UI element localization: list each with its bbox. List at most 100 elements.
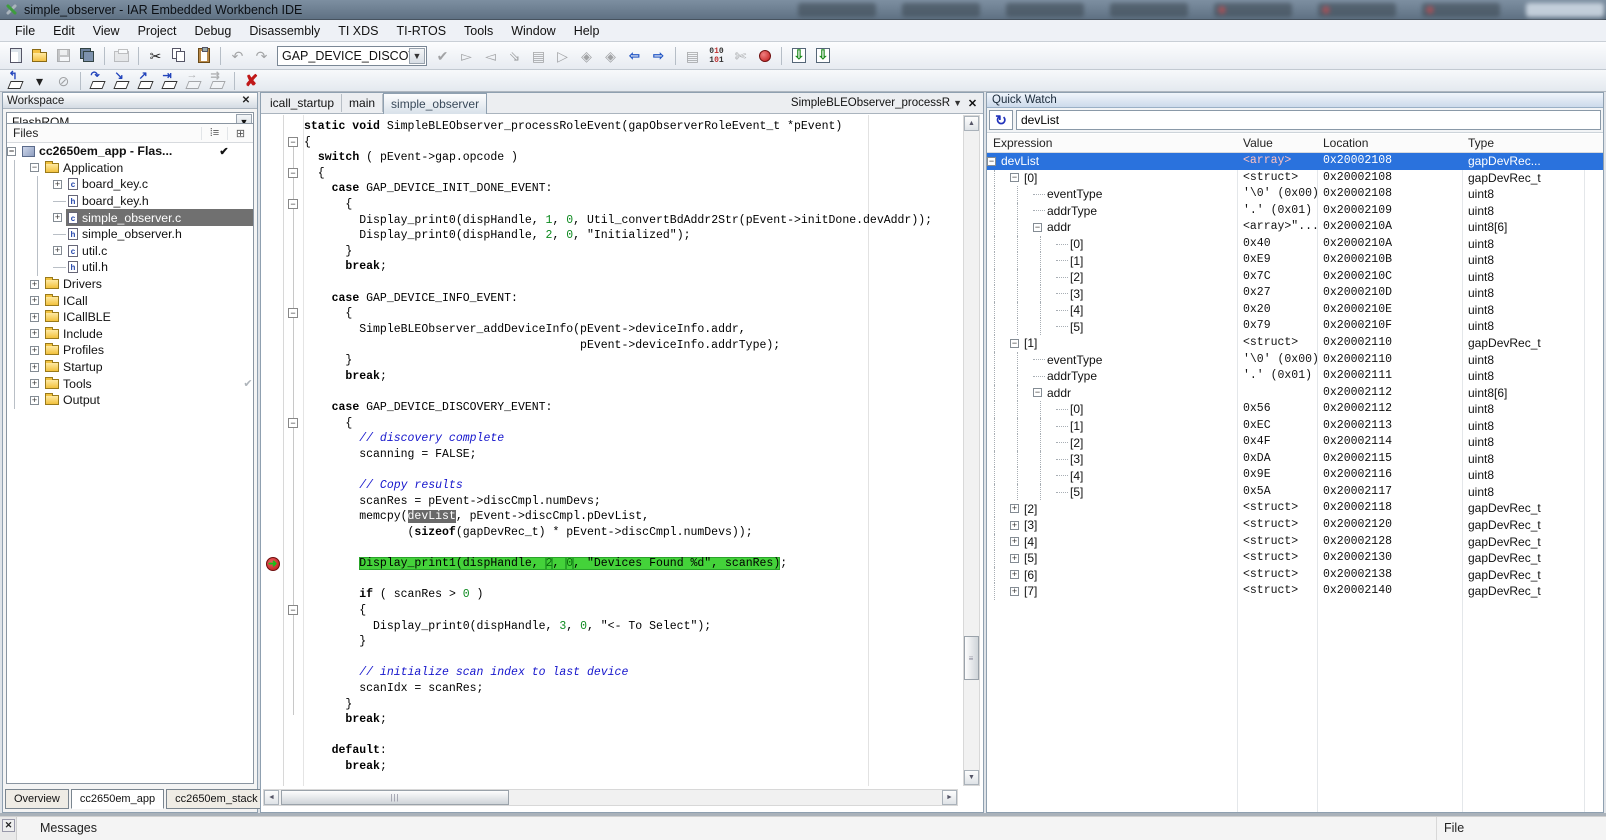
- tree-item-cc2650em-app-flas-[interactable]: − cc2650em_app - Flas... ✔: [7, 143, 253, 160]
- fold-collapse-icon[interactable]: −: [288, 199, 298, 210]
- horizontal-scroll-thumb[interactable]: |||: [281, 790, 509, 805]
- expand-icon[interactable]: +: [53, 246, 62, 256]
- stop-debugging-icon[interactable]: ✘: [240, 71, 263, 90]
- tree-item-util-h[interactable]: h util.h: [7, 259, 253, 276]
- expand-icon[interactable]: +: [1010, 537, 1019, 547]
- collapse-icon[interactable]: −: [1010, 338, 1019, 348]
- watch-row-1[interactable]: [1] 0xEC 0x20002113 uint8: [987, 417, 1603, 435]
- expand-icon[interactable]: +: [30, 345, 39, 355]
- scroll-right-icon[interactable]: ►: [942, 790, 957, 805]
- tree-item-simple-observer-c[interactable]: + c simple_observer.c: [7, 209, 253, 226]
- cut-icon[interactable]: ✂: [144, 45, 167, 67]
- menu-debug[interactable]: Debug: [185, 22, 240, 40]
- fold-collapse-icon[interactable]: −: [288, 605, 298, 616]
- workspace-close-icon[interactable]: ✕: [239, 94, 253, 107]
- expand-icon[interactable]: +: [30, 296, 39, 306]
- menu-help[interactable]: Help: [565, 22, 609, 40]
- tree-item-board-key-c[interactable]: + c board_key.c: [7, 176, 253, 193]
- tree-item-startup[interactable]: + Startup: [7, 358, 253, 376]
- editor-tab-simple_observer[interactable]: simple_observer: [383, 92, 488, 114]
- watch-row-devList[interactable]: − devList <array> 0x20002108 gapDevRec...: [987, 153, 1603, 170]
- reset-icon[interactable]: ↰: [4, 70, 27, 90]
- watch-row-2[interactable]: [2] 0x7C 0x2000210C uint8: [987, 268, 1603, 286]
- workspace-tab-cc2650em_app[interactable]: cc2650em_app: [70, 789, 165, 809]
- messages-close-icon[interactable]: ✕: [2, 819, 15, 832]
- editor-close-icon[interactable]: ✕: [965, 96, 980, 110]
- editor-tab-main[interactable]: main: [342, 94, 384, 112]
- chevron-down-icon[interactable]: ▼: [409, 47, 425, 64]
- watch-row-addrType[interactable]: addrType '.' (0x01) 0x20002111 uint8: [987, 368, 1603, 385]
- download-and-debug-icon[interactable]: [787, 45, 810, 67]
- expand-icon[interactable]: +: [1010, 520, 1019, 530]
- scroll-up-icon[interactable]: ▲: [964, 116, 979, 131]
- menu-window[interactable]: Window: [502, 22, 564, 40]
- new-document-icon[interactable]: [4, 45, 27, 67]
- fold-collapse-icon[interactable]: −: [288, 136, 298, 147]
- function-selector-dropdown-icon[interactable]: ▼: [953, 98, 962, 108]
- editor-tab-icall_startup[interactable]: icall_startup: [263, 94, 343, 112]
- code-editor-area[interactable]: − − − − − − static void SimpleBLEObserver_pro…: [262, 115, 959, 786]
- menu-file[interactable]: File: [6, 22, 44, 40]
- expand-icon[interactable]: +: [1010, 570, 1019, 580]
- editor-gutter[interactable]: − − − − − −: [262, 115, 304, 786]
- tree-item-include[interactable]: + Include: [7, 325, 253, 343]
- scroll-left-icon[interactable]: ◄: [264, 790, 279, 805]
- tree-item-board-key-h[interactable]: h board_key.h: [7, 192, 253, 210]
- step-into-icon[interactable]: ↘: [110, 70, 133, 90]
- file-options-icon[interactable]: ⊞: [227, 126, 253, 140]
- menu-ti-xds[interactable]: TI XDS: [329, 22, 387, 40]
- menu-ti-rtos[interactable]: TI-RTOS: [387, 22, 455, 40]
- watch-row-5[interactable]: [5] 0x79 0x2000210F uint8: [987, 318, 1603, 336]
- fold-collapse-icon[interactable]: −: [288, 417, 298, 428]
- tree-item-tools[interactable]: + Tools ✔: [7, 375, 253, 392]
- copy-icon[interactable]: [168, 45, 191, 67]
- function-selector[interactable]: SimpleBLEObserver_processR: [791, 97, 950, 109]
- watch-row-0[interactable]: − [0] <struct> 0x20002108 gapDevRec_t: [987, 169, 1603, 187]
- watch-row-7[interactable]: + [7] <struct> 0x20002140 gapDevRec_t: [987, 583, 1603, 600]
- collapse-icon[interactable]: −: [1033, 222, 1042, 232]
- breakpoint-toggle-icon[interactable]: [753, 45, 776, 67]
- tree-item-icall[interactable]: + ICall: [7, 292, 253, 309]
- debug-without-downloading-icon[interactable]: [811, 45, 834, 67]
- expand-icon[interactable]: +: [30, 379, 39, 389]
- breakpoint-execution-icon[interactable]: [266, 557, 280, 572]
- workspace-tab-overview[interactable]: Overview: [5, 789, 69, 809]
- watch-row-1[interactable]: [1] 0xE9 0x2000210B uint8: [987, 252, 1603, 269]
- watch-row-addrType[interactable]: addrType '.' (0x01) 0x20002109 uint8: [987, 202, 1603, 220]
- collapse-icon[interactable]: −: [7, 146, 16, 156]
- watch-row-3[interactable]: + [3] <struct> 0x20002120 gapDevRec_t: [987, 517, 1603, 534]
- expand-icon[interactable]: +: [1010, 586, 1019, 596]
- expand-icon[interactable]: +: [1010, 553, 1019, 563]
- reset-dropdown-icon[interactable]: ▾: [28, 71, 51, 90]
- tree-item-util-c[interactable]: + c util.c: [7, 242, 253, 260]
- watch-row-5[interactable]: [5] 0x5A 0x20002117 uint8: [987, 483, 1603, 501]
- fold-collapse-icon[interactable]: −: [288, 308, 298, 319]
- tree-item-application[interactable]: − Application: [7, 159, 253, 177]
- expand-icon[interactable]: +: [30, 395, 39, 405]
- fold-collapse-icon[interactable]: −: [288, 167, 298, 178]
- save-all-icon[interactable]: [76, 45, 99, 67]
- collapse-icon[interactable]: −: [1033, 388, 1042, 398]
- open-file-icon[interactable]: [28, 45, 51, 67]
- vertical-scroll-thumb[interactable]: ≡: [964, 636, 979, 680]
- tree-item-icallble[interactable]: + ICallBLE: [7, 308, 253, 326]
- watch-row-5[interactable]: + [5] <struct> 0x20002130 gapDevRec_t: [987, 550, 1603, 567]
- scroll-down-icon[interactable]: ▼: [964, 770, 979, 785]
- expand-icon[interactable]: +: [53, 179, 62, 189]
- next-statement-icon[interactable]: ⇥: [158, 70, 181, 90]
- paste-icon[interactable]: [192, 45, 215, 67]
- menu-tools[interactable]: Tools: [455, 22, 502, 40]
- expand-icon[interactable]: +: [30, 279, 39, 289]
- watch-expression-input[interactable]: [1016, 110, 1601, 130]
- watch-row-1[interactable]: − [1] <struct> 0x20002110 gapDevRec_t: [987, 335, 1603, 352]
- expand-icon[interactable]: +: [30, 329, 39, 339]
- expand-icon[interactable]: +: [1010, 504, 1019, 514]
- sort-order-icon[interactable]: ⁞≡: [201, 126, 227, 140]
- menu-project[interactable]: Project: [129, 22, 186, 40]
- workspace-tab-cc2650em_stack[interactable]: cc2650em_stack: [166, 789, 267, 809]
- menu-disassembly[interactable]: Disassembly: [240, 22, 329, 40]
- watch-row-2[interactable]: [2] 0x4F 0x20002114 uint8: [987, 434, 1603, 451]
- watch-row-3[interactable]: [3] 0xDA 0x20002115 uint8: [987, 450, 1603, 468]
- expand-icon[interactable]: +: [30, 362, 39, 372]
- recalculate-icon[interactable]: ↻: [989, 110, 1013, 130]
